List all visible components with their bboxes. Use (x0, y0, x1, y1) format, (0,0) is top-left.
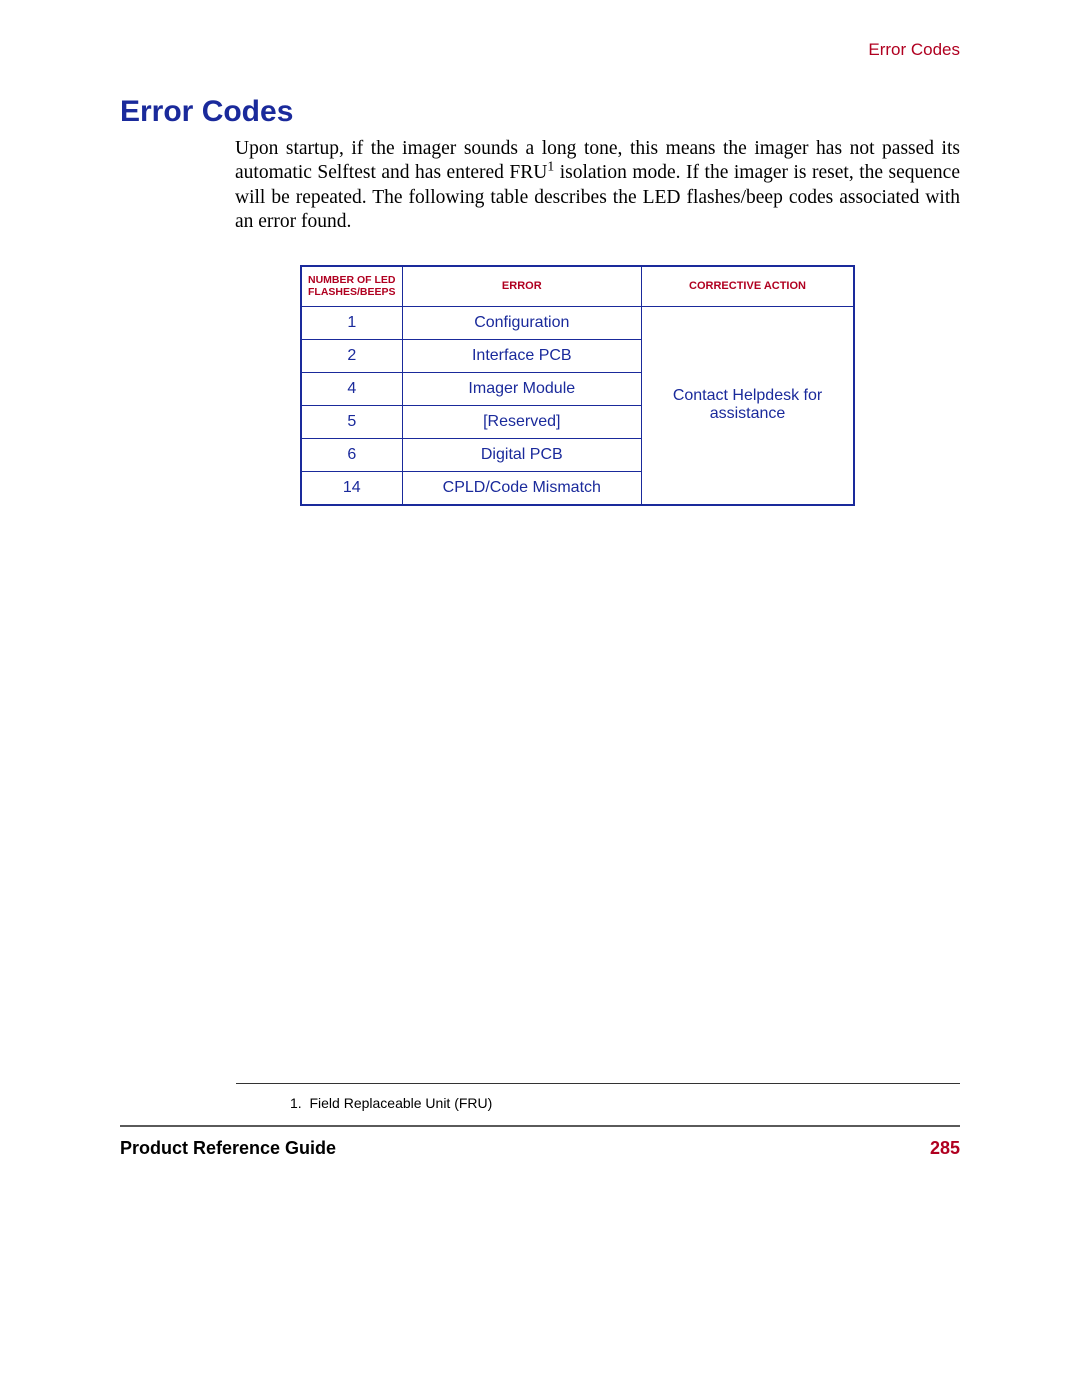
error-codes-table: Number of LED Flashes/Beeps Error Correc… (300, 265, 855, 506)
footnote-separator (236, 1083, 960, 1084)
cell-action-merged: Contact Helpdesk for assistance (642, 306, 854, 505)
cell-error: Configuration (402, 306, 642, 339)
page-footer: Product Reference Guide 285 (120, 1138, 960, 1159)
cell-num: 2 (301, 339, 402, 372)
footnote-marker: 1. (290, 1095, 302, 1111)
table-row: 1 Configuration Contact Helpdesk for ass… (301, 306, 854, 339)
cell-error: Interface PCB (402, 339, 642, 372)
footer-separator (120, 1125, 960, 1127)
page-title: Error Codes (120, 95, 960, 129)
cell-num: 14 (301, 471, 402, 505)
footnote-1: 1. Field Replaceable Unit (FRU) (290, 1095, 492, 1111)
cell-error: CPLD/Code Mismatch (402, 471, 642, 505)
th-error: Error (402, 266, 642, 307)
cell-error: Imager Module (402, 372, 642, 405)
error-codes-table-wrap: Number of LED Flashes/Beeps Error Correc… (300, 265, 855, 506)
th-number-led: Number of LED Flashes/Beeps (301, 266, 402, 307)
cell-num: 5 (301, 405, 402, 438)
cell-num: 1 (301, 306, 402, 339)
th-line2: Flashes/Beeps (308, 286, 396, 299)
th-line1: Number of LED (308, 274, 396, 287)
table-header-row: Number of LED Flashes/Beeps Error Correc… (301, 266, 854, 307)
footnote-text: Field Replaceable Unit (FRU) (309, 1095, 492, 1111)
footer-guide-title: Product Reference Guide (120, 1138, 336, 1159)
cell-num: 4 (301, 372, 402, 405)
th-action: Corrective Action (642, 266, 854, 307)
cell-error: Digital PCB (402, 438, 642, 471)
cell-num: 6 (301, 438, 402, 471)
header-section-label: Error Codes (120, 40, 960, 60)
cell-error: [Reserved] (402, 405, 642, 438)
intro-paragraph: Upon startup, if the imager sounds a lon… (235, 137, 960, 235)
footer-page-number: 285 (930, 1138, 960, 1159)
